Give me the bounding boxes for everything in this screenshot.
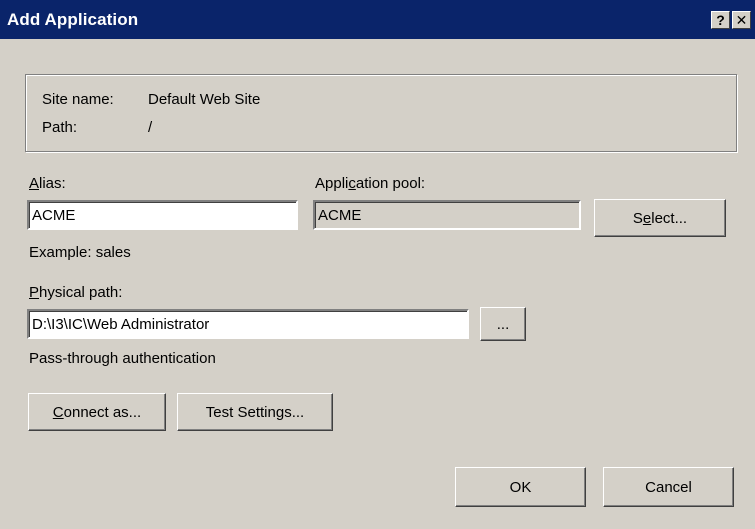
alias-input[interactable] [27, 200, 298, 230]
select-pool-button[interactable]: Select... [594, 199, 726, 237]
site-name-label: Site name: [42, 91, 114, 108]
test-settings-button[interactable]: Test Settings... [177, 393, 333, 431]
auth-text: Pass-through authentication [29, 350, 216, 367]
dialog-title: Add Application [7, 10, 139, 29]
physical-path-input[interactable] [27, 309, 469, 339]
close-icon: ✕ [735, 12, 748, 28]
alias-label: Alias: [29, 175, 66, 192]
title-bar[interactable]: Add Application ? ✕ [0, 0, 755, 39]
help-button[interactable]: ? [711, 11, 730, 29]
help-icon: ? [716, 12, 725, 28]
path-value: / [148, 119, 153, 136]
application-pool-label: Application pool: [315, 175, 426, 192]
ok-button[interactable]: OK [455, 467, 586, 507]
path-label: Path: [42, 119, 78, 136]
add-application-dialog: Add Application ? ✕ Site name: Default W… [0, 0, 755, 529]
site-info-group: Site name: Default Web Site Path: / [25, 74, 737, 152]
site-name-value: Default Web Site [148, 91, 261, 108]
physical-path-label: Physical path: [29, 284, 123, 301]
close-button[interactable]: ✕ [732, 11, 751, 29]
alias-example-text: Example: sales [29, 244, 131, 261]
cancel-button[interactable]: Cancel [603, 467, 734, 507]
application-pool-field [313, 200, 581, 230]
browse-button[interactable]: ... [480, 307, 526, 341]
connect-as-button[interactable]: Connect as... [28, 393, 166, 431]
